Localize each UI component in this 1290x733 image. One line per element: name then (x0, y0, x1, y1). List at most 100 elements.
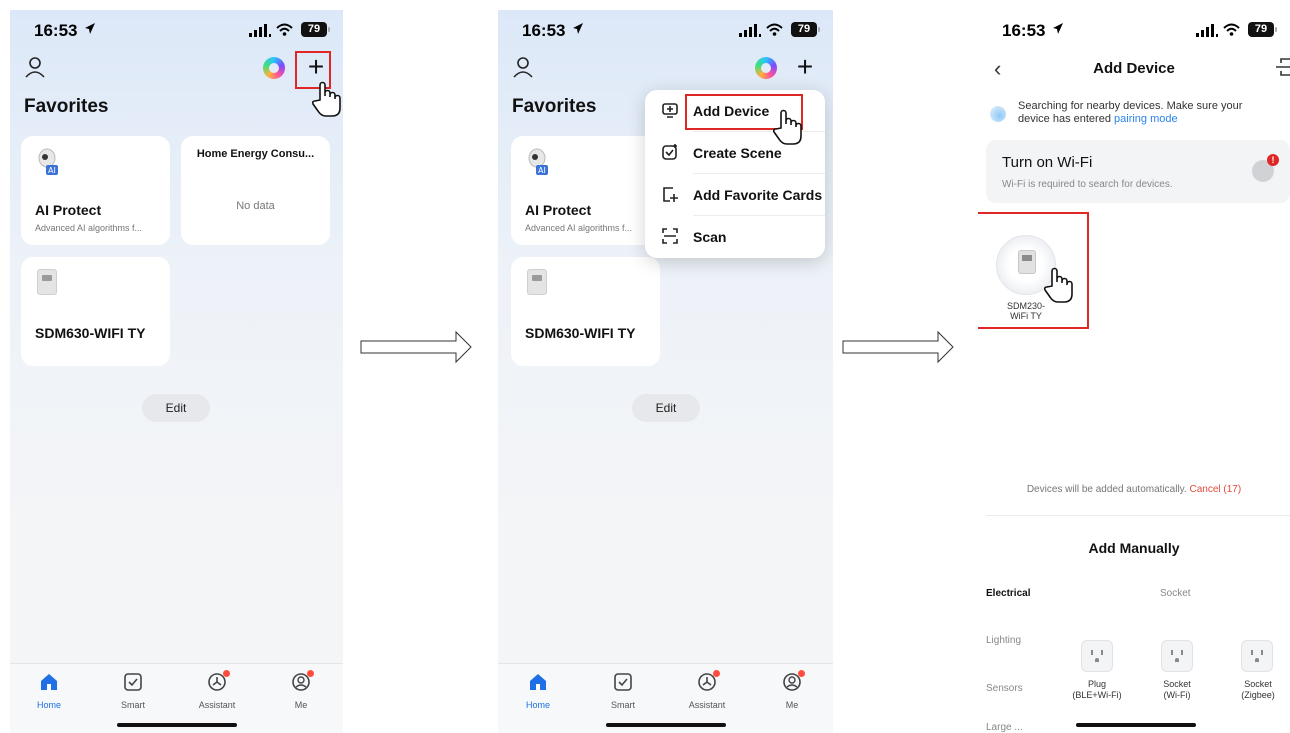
battery-indicator: 79 (791, 22, 820, 37)
card-title: SDM630-WIFI TY (35, 325, 146, 341)
pointer-hand-icon (311, 81, 341, 117)
meter-icon (37, 269, 57, 295)
pointer-hand-icon (772, 109, 802, 145)
cancel-link[interactable]: Cancel (17) (1189, 484, 1241, 495)
category-large[interactable]: Large ... (986, 722, 1023, 733)
meter-icon (527, 269, 547, 295)
notification-dot (713, 670, 720, 677)
card-title: AI Protect (35, 202, 102, 218)
location-icon (573, 23, 583, 34)
menu-label: Scan (693, 229, 727, 245)
home-indicator (1076, 723, 1196, 727)
wifi-status-icon (276, 23, 293, 36)
card-subtitle: Advanced AI algorithms f... (35, 223, 143, 233)
socket-icon[interactable] (1161, 640, 1193, 672)
tab-bar: Home Smart Assistant Me (498, 663, 833, 733)
category-lighting[interactable]: Lighting (986, 635, 1021, 646)
product-label[interactable]: Socket (Zigbee) (1228, 679, 1288, 701)
profile-icon[interactable] (512, 56, 534, 78)
tab-label: Me (785, 700, 799, 710)
page-title: Add Device (1093, 60, 1175, 77)
scan-icon[interactable] (1276, 58, 1290, 76)
searching-text: Searching for nearby devices. Make sure … (1018, 100, 1243, 125)
product-label[interactable]: Plug (BLE+Wi-Fi) (1067, 679, 1127, 701)
notification-dot (798, 670, 805, 677)
home-icon (530, 674, 546, 690)
tab-label: Me (294, 700, 308, 710)
tab-label: Smart (120, 700, 145, 710)
sdm630-card[interactable]: SDM630-WIFI TY (511, 257, 660, 366)
clock: 16:53 (522, 21, 566, 40)
profile-icon[interactable] (24, 56, 46, 78)
card-title: AI Protect (525, 202, 592, 218)
signal-icon (739, 24, 761, 37)
wifi-subtitle: Wi-Fi is required to search for devices. (1002, 179, 1173, 190)
checkbox-icon (614, 673, 632, 691)
divider (986, 515, 1290, 516)
add-plus-button[interactable]: + (792, 53, 818, 81)
menu-label: Add Favorite Cards (693, 187, 823, 203)
wifi-alert-icon (1252, 154, 1279, 182)
energy-card[interactable]: Home Energy Consu... No data (181, 136, 330, 245)
tab-label: Home (36, 700, 61, 710)
flow-arrow-1 (360, 330, 472, 364)
menu-label: Create Scene (693, 145, 782, 161)
tab-label: Home (525, 700, 550, 710)
camera-ai-icon: AI (528, 148, 548, 175)
ai-protect-card[interactable]: AI AI Protect Advanced AI algorithms f..… (21, 136, 170, 245)
location-icon (1053, 23, 1063, 34)
tab-assistant[interactable]: Assistant (677, 670, 737, 710)
card-title: SDM630-WIFI TY (525, 325, 636, 341)
notification-dot (307, 670, 314, 677)
assistant-logo-icon[interactable] (263, 57, 285, 79)
add-device-icon (662, 103, 678, 118)
tab-me[interactable]: Me (762, 670, 822, 710)
wifi-prompt-card[interactable]: Turn on Wi-Fi Wi-Fi is required to searc… (986, 140, 1290, 203)
card-title: Home Energy Consu... (196, 148, 315, 160)
favorites-title: Favorites (512, 96, 597, 117)
camera-ai-icon: AI (38, 148, 58, 175)
tab-smart[interactable]: Smart (103, 672, 163, 710)
wifi-title: Turn on Wi-Fi (1002, 154, 1093, 171)
home-indicator (605, 723, 726, 727)
tab-home[interactable]: Home (19, 672, 79, 710)
location-icon (85, 23, 95, 34)
menu-item-scan[interactable]: Scan (645, 216, 825, 258)
create-scene-icon (662, 144, 677, 160)
home-icon (41, 674, 57, 690)
status-bar: 16:53 79 (978, 10, 1290, 54)
wifi-status-icon (766, 23, 783, 36)
tab-me[interactable]: Me (271, 670, 331, 710)
tab-home[interactable]: Home (508, 672, 568, 710)
battery-indicator: 79 (1248, 22, 1277, 37)
tab-label: Smart (610, 700, 635, 710)
svg-text:AI: AI (48, 166, 56, 175)
add-card-icon (663, 187, 678, 202)
tab-smart[interactable]: Smart (593, 672, 653, 710)
searching-spinner-icon (990, 106, 1006, 122)
home-screen: 16:53 79 + Favorites AI AI Protect Advan… (10, 10, 343, 733)
category-sensors[interactable]: Sensors (986, 683, 1023, 694)
menu-item-add-favorite-cards[interactable]: Add Favorite Cards (645, 174, 825, 216)
home-screen-menu: 16:53 79 + Favorites AI AI Protect Advan… (498, 10, 833, 733)
scan-icon (662, 228, 678, 244)
edit-button[interactable]: Edit (632, 394, 700, 422)
pairing-mode-link[interactable]: pairing mode (1114, 113, 1178, 125)
tab-assistant[interactable]: Assistant (187, 670, 247, 710)
sdm630-card[interactable]: SDM630-WIFI TY (21, 257, 170, 366)
ai-protect-card[interactable]: AI AI Protect Advanced AI algorithms f..… (511, 136, 660, 245)
tab-label: Assistant (198, 700, 236, 710)
auto-add-notice: Devices will be added automatically. Can… (1026, 484, 1242, 495)
plug-icon[interactable] (1081, 640, 1113, 672)
category-electrical[interactable]: Electrical (986, 588, 1030, 599)
status-bar: 16:53 79 (10, 10, 343, 54)
socket-icon[interactable] (1241, 640, 1273, 672)
checkbox-icon (124, 673, 142, 691)
assistant-logo-icon[interactable] (755, 57, 777, 79)
product-label[interactable]: Socket (Wi-Fi) (1147, 679, 1207, 701)
flow-arrow-2 (842, 330, 954, 364)
favorites-title: Favorites (24, 96, 109, 117)
edit-button[interactable]: Edit (142, 394, 210, 422)
notification-dot (223, 670, 230, 677)
socket-section-header: Socket (1160, 588, 1191, 599)
